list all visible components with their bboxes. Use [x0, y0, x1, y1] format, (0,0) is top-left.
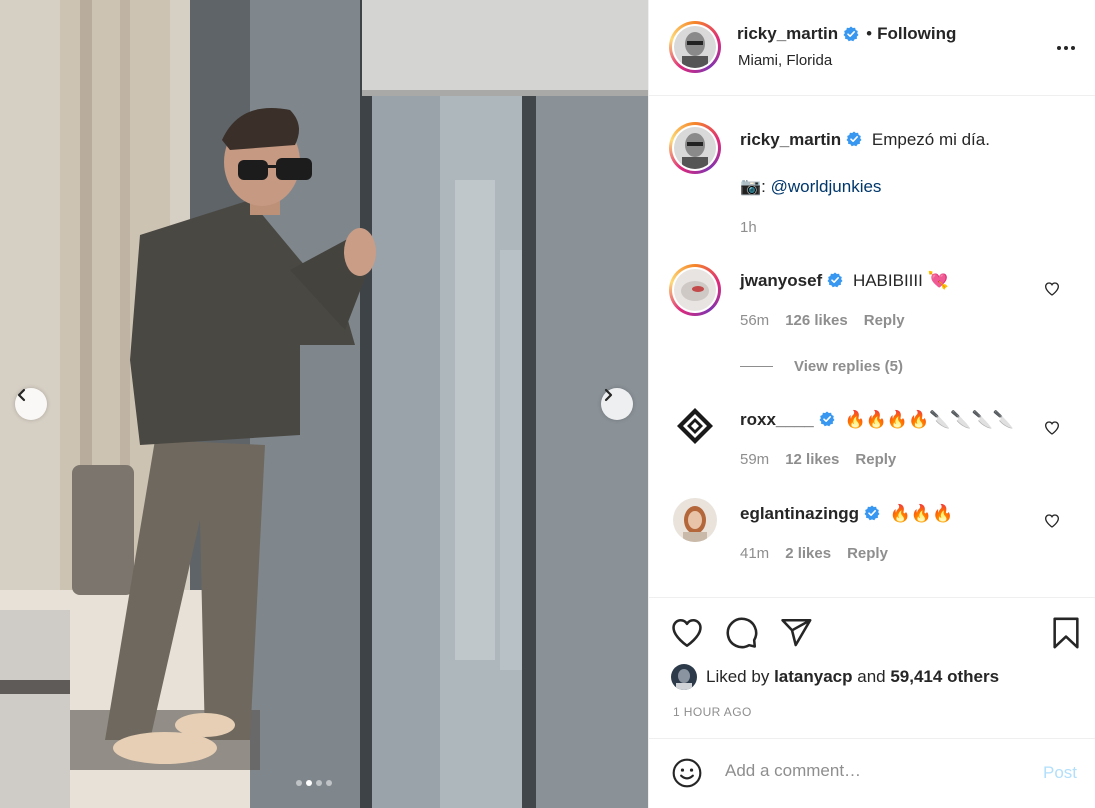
caption-credit: 📷: @worldjunkies: [740, 176, 881, 198]
comment-like-heart-icon[interactable]: [1044, 420, 1060, 436]
liked-by-user[interactable]: latanyacp: [774, 667, 852, 687]
author-avatar-image: [674, 26, 716, 68]
comment-avatar[interactable]: [669, 264, 721, 316]
comment-meta: 41m 2 likes Reply: [740, 545, 888, 562]
verified-icon: [819, 411, 835, 427]
comment-icon[interactable]: [725, 616, 759, 650]
commenter-avatar-image: [673, 498, 717, 542]
post-photo[interactable]: [0, 0, 648, 808]
comment-likes[interactable]: 126 likes: [785, 312, 848, 329]
camera-icon: 📷:: [740, 177, 766, 196]
liked-by-prefix: Liked by: [706, 667, 770, 686]
reply-button[interactable]: Reply: [855, 451, 896, 468]
carousel-dot-active: [306, 780, 312, 786]
caption: ricky_martin Empezó mi día.: [740, 129, 990, 151]
follow-separator: •: [866, 24, 873, 43]
comment-username[interactable]: roxx____: [740, 410, 814, 429]
share-icon[interactable]: [779, 616, 813, 650]
comment-time[interactable]: 41m: [740, 545, 769, 562]
caption-avatar-image: [674, 127, 716, 169]
post-timestamp[interactable]: 1 HOUR AGO: [673, 705, 752, 719]
comment-text: HABIBIIII 💘: [852, 271, 949, 290]
verified-icon: [843, 26, 859, 42]
caption-timestamp[interactable]: 1h: [740, 219, 757, 236]
comments-section[interactable]: ricky_martin Empezó mi día. 📷: @worldjun…: [649, 96, 1095, 598]
reply-button[interactable]: Reply: [864, 312, 905, 329]
commenter-avatar-image: [673, 404, 717, 448]
emoji-icon[interactable]: [671, 757, 703, 789]
liked-by-conjunction: and: [857, 667, 886, 686]
post-header: ricky_martin • Following Miami, Florida: [649, 0, 1095, 96]
more-icon[interactable]: [1056, 38, 1076, 58]
liked-by-others[interactable]: 59,414 others: [890, 667, 999, 687]
likes-summary: Liked by latanyacp and 59,414 others: [671, 664, 999, 690]
following-button[interactable]: Following: [877, 24, 956, 44]
liker-avatar[interactable]: [671, 664, 697, 690]
add-comment-bar: Post: [649, 738, 1095, 808]
chevron-left-icon: [17, 388, 26, 402]
chevron-right-icon: [604, 388, 613, 402]
comment-like-heart-icon[interactable]: [1044, 281, 1060, 297]
carousel-indicator: [296, 780, 332, 786]
caption-text: Empezó mi día.: [871, 130, 990, 149]
carousel-prev-button[interactable]: [15, 388, 47, 420]
comment-like-heart-icon[interactable]: [1044, 513, 1060, 529]
verified-icon: [827, 272, 843, 288]
comment-avatar[interactable]: [673, 404, 717, 448]
view-replies-line: [740, 366, 773, 367]
comment-username[interactable]: eglantinazingg: [740, 504, 859, 523]
reply-button[interactable]: Reply: [847, 545, 888, 562]
verified-icon: [846, 131, 862, 147]
view-replies-button[interactable]: View replies (5): [740, 358, 903, 375]
bookmark-icon[interactable]: [1049, 616, 1083, 650]
comment-time[interactable]: 59m: [740, 451, 769, 468]
author-username[interactable]: ricky_martin: [737, 24, 838, 44]
caption-username[interactable]: ricky_martin: [740, 130, 841, 149]
comment-meta: 56m 126 likes Reply: [740, 312, 905, 329]
comment-row: jwanyosef HABIBIIII 💘: [740, 270, 949, 292]
caption-mention-link[interactable]: @worldjunkies: [771, 177, 882, 196]
comment-input[interactable]: [725, 761, 1025, 781]
carousel-dot: [326, 780, 332, 786]
comment-text: 🔥🔥🔥🔥🔪🔪🔪🔪: [844, 410, 1014, 429]
post-comment-button[interactable]: Post: [1043, 763, 1077, 783]
comment-text: 🔥🔥🔥: [889, 504, 954, 523]
commenter-avatar-image: [674, 269, 716, 311]
comment-username[interactable]: jwanyosef: [740, 271, 822, 290]
post-location[interactable]: Miami, Florida: [738, 52, 832, 69]
post-details-panel: ricky_martin • Following Miami, Florida: [648, 0, 1095, 808]
author-avatar[interactable]: [669, 21, 721, 73]
verified-icon: [864, 505, 880, 521]
carousel-dot: [296, 780, 302, 786]
comment-row: eglantinazingg 🔥🔥🔥: [740, 503, 953, 525]
carousel-dot: [316, 780, 322, 786]
comment-time[interactable]: 56m: [740, 312, 769, 329]
caption-time: 1h: [740, 219, 757, 236]
comment-likes[interactable]: 2 likes: [785, 545, 831, 562]
carousel-next-button[interactable]: [601, 388, 633, 420]
comment-likes[interactable]: 12 likes: [785, 451, 839, 468]
author-row: ricky_martin • Following: [737, 24, 956, 44]
view-replies-label: View replies (5): [794, 358, 903, 375]
photo-illustration: [0, 0, 648, 808]
comment-row: roxx____ 🔥🔥🔥🔥🔪🔪🔪🔪: [740, 409, 1014, 431]
comment-avatar[interactable]: [673, 498, 717, 542]
caption-author-avatar[interactable]: [669, 122, 721, 174]
liker-avatar-image: [671, 664, 697, 690]
heart-icon[interactable]: [670, 616, 704, 650]
comment-meta: 59m 12 likes Reply: [740, 451, 896, 468]
